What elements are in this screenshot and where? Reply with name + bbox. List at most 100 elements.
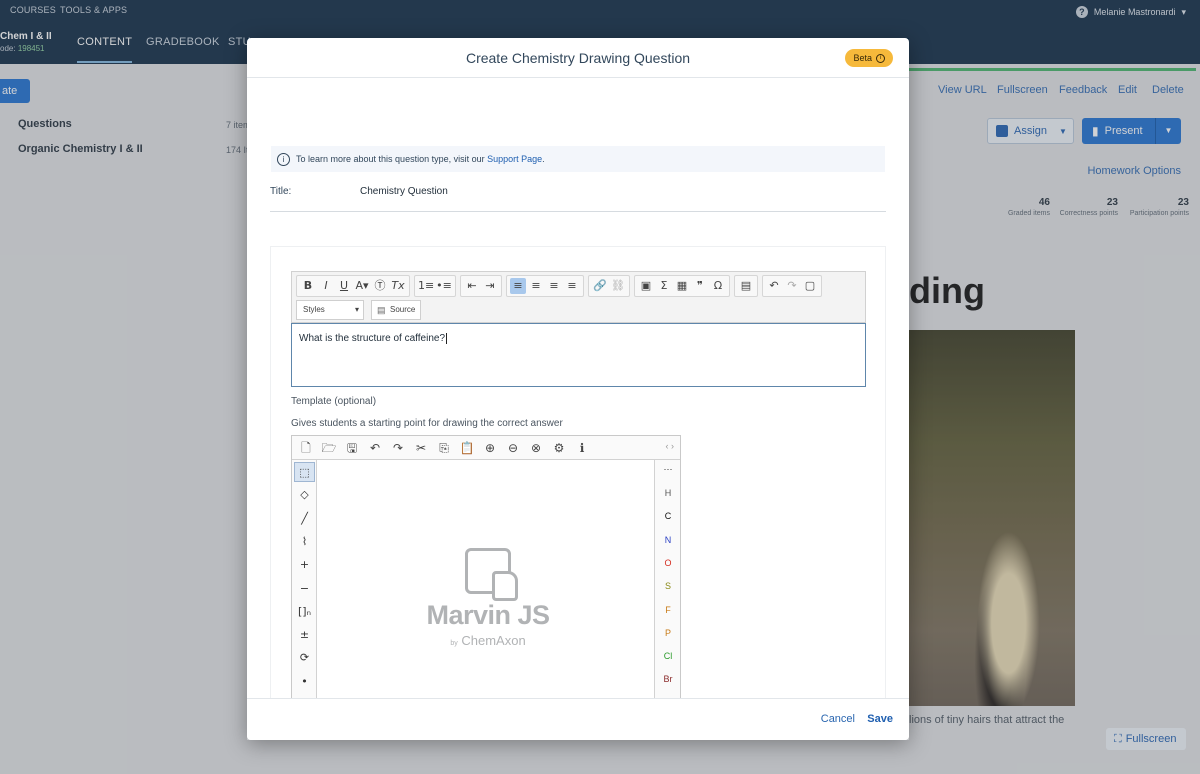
justify-button[interactable]: ≡ — [564, 278, 580, 294]
toolbar-group-links: 🔗 ⛓ — [588, 275, 630, 297]
bold-button[interactable]: B — [300, 278, 316, 294]
rotate-icon[interactable]: ⟳ — [294, 648, 315, 668]
marvin-js-logo: Marvin JS by ChemAxon — [423, 548, 553, 648]
link-icon[interactable]: 🔗 — [592, 278, 608, 294]
info-banner: i To learn more about this question type… — [271, 146, 885, 172]
image-icon[interactable]: ▣ — [638, 278, 654, 294]
undo-icon[interactable]: ↶ — [766, 278, 782, 294]
single-bond-icon[interactable]: ╱ — [294, 509, 315, 529]
align-right-button[interactable]: ≡ — [546, 278, 562, 294]
element-button-br[interactable]: Br — [655, 674, 681, 684]
marvin-element-palette: ⋯ HCNOSFPClBrI• — [654, 460, 680, 698]
toolbar-group-lists: 1≡ •≡ — [414, 275, 456, 297]
blockquote-icon[interactable]: ❞ — [692, 278, 708, 294]
save-icon[interactable]: 🖫 — [343, 439, 361, 457]
info-icon: i — [876, 53, 885, 63]
toolbar-scroll-arrows[interactable]: ‹ › — [666, 441, 675, 451]
modal-backdrop[interactable] — [247, 740, 909, 774]
toolbar-group-insert: ▣ Σ ▦ ❞ Ω — [634, 275, 730, 297]
paste-icon[interactable]: 📋 — [458, 439, 476, 457]
new-document-icon[interactable]: 🗋 — [297, 439, 315, 457]
question-editor-card: B I U A▾ Ⓣ Tx 1≡ •≡ ⇤ ⇥ ≡ ≡ ≡ ≡ 🔗 ⛓ ▣ Σ … — [270, 246, 886, 698]
title-input-underline — [270, 211, 886, 212]
redo-icon[interactable]: ↷ — [389, 439, 407, 457]
marvin-top-toolbar: 🗋 🗁 🖫 ↶ ↷ ✂ ⎘ 📋 ⊕ ⊖ ⊗ ⚙ ℹ — [292, 436, 680, 460]
rectangle-select-icon[interactable]: ⬚ — [294, 462, 315, 482]
open-folder-icon[interactable]: 🗁 — [320, 439, 338, 457]
bulleted-list-button[interactable]: •≡ — [436, 278, 452, 294]
toolbar-group-template: ▤ — [734, 275, 758, 297]
zoom-out-icon[interactable]: ⊖ — [504, 439, 522, 457]
element-button-p[interactable]: P — [655, 628, 681, 638]
element-button-cl[interactable]: Cl — [655, 651, 681, 661]
underline-button[interactable]: U — [336, 278, 352, 294]
element-button-s[interactable]: S — [655, 581, 681, 591]
question-text: What is the structure of caffeine? — [299, 333, 446, 344]
about-icon[interactable]: ℹ — [573, 439, 591, 457]
modal-backdrop[interactable] — [909, 38, 1200, 774]
template-icon[interactable]: ▤ — [738, 278, 754, 294]
beta-badge[interactable]: Beta i — [845, 49, 893, 67]
cut-icon[interactable]: ✂ — [412, 439, 430, 457]
template-label: Template (optional) — [291, 396, 377, 407]
element-button-f[interactable]: F — [655, 605, 681, 615]
indent-button[interactable]: ⇥ — [482, 278, 498, 294]
zoom-in-icon[interactable]: ⊕ — [481, 439, 499, 457]
source-button[interactable]: Source — [371, 300, 421, 320]
dialog-title: Create Chemistry Drawing Question — [465, 50, 691, 66]
copy-format-button[interactable]: Ⓣ — [372, 278, 388, 294]
math-icon[interactable]: Σ — [656, 278, 672, 294]
title-input[interactable]: Chemistry Question — [360, 186, 448, 197]
align-left-button[interactable]: ≡ — [510, 278, 526, 294]
cancel-button[interactable]: Cancel — [821, 713, 855, 725]
numbered-list-button[interactable]: 1≡ — [418, 278, 434, 294]
periodic-table-button[interactable]: ⋯ — [655, 464, 681, 475]
styles-dropdown[interactable]: Styles — [296, 300, 364, 320]
eraser-icon[interactable]: ◇ — [294, 485, 315, 505]
toolbar-group-align: ≡ ≡ ≡ ≡ — [506, 275, 584, 297]
element-button-o[interactable]: O — [655, 558, 681, 568]
special-char-icon[interactable]: Ω — [710, 278, 726, 294]
marvin-left-toolbar: ⬚◇╱⌇+−[]ₙ±⟳•▭T — [292, 460, 317, 698]
marvin-drawing-canvas[interactable]: Marvin JS by ChemAxon — [317, 460, 654, 698]
outdent-button[interactable]: ⇤ — [464, 278, 480, 294]
info-icon: i — [277, 152, 290, 166]
text-color-button[interactable]: A▾ — [354, 278, 370, 294]
atom-dot-icon[interactable]: • — [294, 672, 315, 692]
dialog-body: i To learn more about this question type… — [247, 78, 909, 698]
italic-button[interactable]: I — [318, 278, 334, 294]
toolbar-group-basic: B I U A▾ Ⓣ Tx — [296, 275, 410, 297]
group-bracket-icon[interactable]: []ₙ — [294, 602, 315, 622]
element-button-h[interactable]: H — [655, 488, 681, 498]
negative-charge-icon[interactable]: − — [294, 579, 315, 599]
settings-icon[interactable]: ⚙ — [550, 439, 568, 457]
rich-text-toolbar: B I U A▾ Ⓣ Tx 1≡ •≡ ⇤ ⇥ ≡ ≡ ≡ ≡ 🔗 ⛓ ▣ Σ … — [291, 271, 866, 323]
element-button-c[interactable]: C — [655, 511, 681, 521]
reaction-arrow-icon[interactable]: ± — [294, 625, 315, 645]
modal-backdrop[interactable] — [0, 38, 247, 774]
positive-charge-icon[interactable]: + — [294, 555, 315, 575]
marvin-logo-icon — [465, 548, 518, 601]
undo-icon[interactable]: ↶ — [366, 439, 384, 457]
paste-icon[interactable]: ▢ — [802, 278, 818, 294]
redo-icon[interactable]: ↷ — [784, 278, 800, 294]
title-label: Title: — [270, 186, 292, 197]
create-chemistry-question-dialog: Create Chemistry Drawing Question Beta i… — [247, 38, 909, 740]
element-button-n[interactable]: N — [655, 535, 681, 545]
save-button[interactable]: Save — [867, 713, 893, 725]
zoom-reset-icon[interactable]: ⊗ — [527, 439, 545, 457]
modal-backdrop[interactable] — [0, 0, 1200, 38]
unlink-icon[interactable]: ⛓ — [610, 278, 626, 294]
table-icon[interactable]: ▦ — [674, 278, 690, 294]
support-page-link[interactable]: Support Page — [487, 154, 542, 164]
chain-icon[interactable]: ⌇ — [294, 532, 315, 552]
template-help-text: Gives students a starting point for draw… — [291, 418, 563, 429]
info-text: To learn more about this question type, … — [296, 154, 545, 164]
remove-format-button[interactable]: Tx — [390, 278, 406, 294]
question-text-editor[interactable]: What is the structure of caffeine? — [291, 323, 866, 387]
toolbar-row: B I U A▾ Ⓣ Tx 1≡ •≡ ⇤ ⇥ ≡ ≡ ≡ ≡ 🔗 ⛓ ▣ Σ … — [296, 275, 822, 297]
dialog-footer: Cancel Save — [247, 698, 909, 740]
align-center-button[interactable]: ≡ — [528, 278, 544, 294]
toolbar-group-history: ↶ ↷ ▢ — [762, 275, 822, 297]
copy-icon[interactable]: ⎘ — [435, 439, 453, 457]
